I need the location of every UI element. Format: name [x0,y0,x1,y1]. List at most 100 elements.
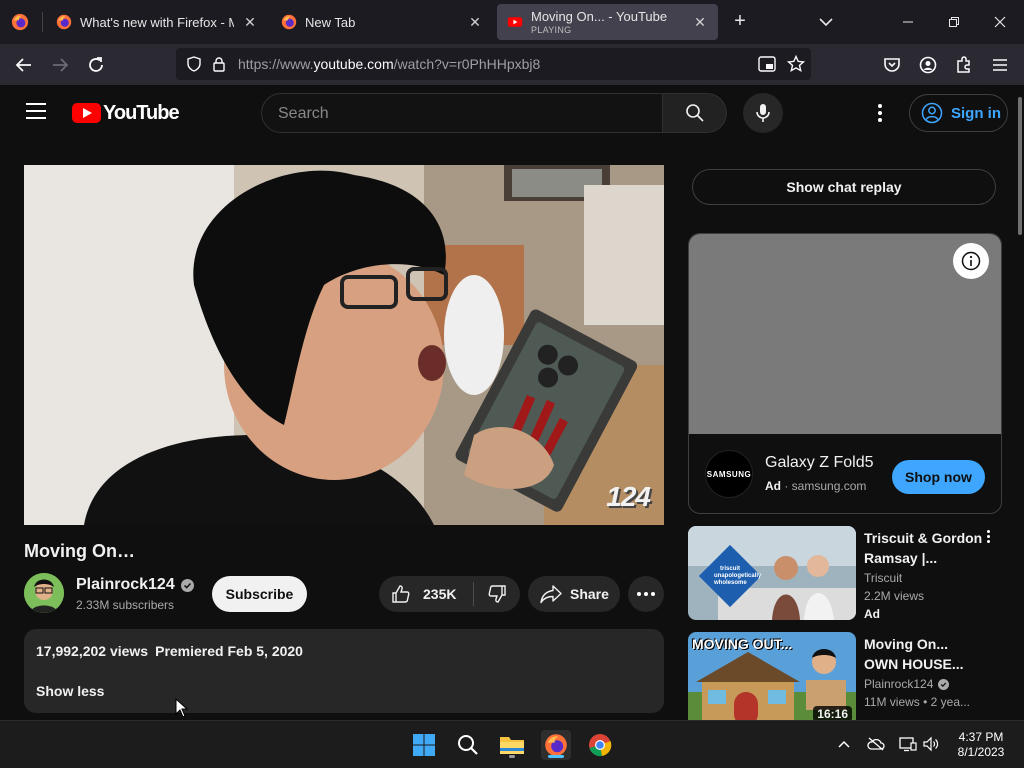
recommendation-channel[interactable]: Triscuit [864,571,902,585]
close-window-icon[interactable] [990,12,1010,32]
dislike-button[interactable] [474,576,520,612]
thumbnail-text: MOVING OUT... [692,636,793,652]
pocket-icon[interactable] [881,54,903,76]
back-arrow-icon[interactable] [13,54,35,76]
firefox-favicon-icon [56,14,72,30]
verified-check-icon [180,578,194,592]
description-box[interactable]: 17,992,202 views Premiered Feb 5, 2020 Sh… [24,629,664,713]
page-scrollbar[interactable] [1016,85,1024,720]
user-avatar-icon [921,102,943,124]
search-input[interactable]: Search [261,93,663,133]
windows-taskbar: 4:37 PM 8/1/2023 [0,720,1024,768]
share-button[interactable]: Share [528,576,620,612]
search-button[interactable] [663,93,727,133]
guide-menu-icon[interactable] [26,103,46,119]
firefox-taskbar-icon[interactable] [541,730,571,760]
video-frame-image [24,165,664,525]
sign-in-button[interactable]: Sign in [909,94,1008,132]
recommendation-title[interactable]: Triscuit & Gordon Ramsay |... [864,528,984,568]
recommendation-menu-icon[interactable] [984,530,992,546]
video-player[interactable]: 124 [24,165,664,525]
tab-new-tab[interactable]: New Tab ✕ [271,4,493,40]
channel-avatar[interactable] [24,573,64,613]
ad-label: Ad [765,479,781,493]
system-clock[interactable]: 4:37 PM 8/1/2023 [944,730,1018,760]
url-bar[interactable]: https://www.youtube.com/watch?v=r0PhHHpx… [176,48,811,80]
network-icon[interactable] [899,735,917,753]
account-icon[interactable] [917,54,939,76]
forward-arrow-icon[interactable] [49,54,71,76]
restore-icon[interactable] [944,12,964,32]
list-all-tabs-chevron-icon[interactable] [816,12,836,32]
scrollbar-thumb[interactable] [1018,97,1022,235]
close-tab-icon[interactable]: ✕ [692,14,708,30]
tab-playing-label: PLAYING [531,24,572,35]
tab-separator [42,12,43,32]
reload-icon[interactable] [85,54,107,76]
recommendation-channel-link[interactable]: Plainrock124 [864,677,950,691]
close-tab-icon[interactable]: ✕ [467,14,483,30]
youtube-logo[interactable]: YouTube [72,102,180,124]
tab-title: What's new with Firefox - More [80,14,234,30]
chrome-taskbar-icon[interactable] [585,730,615,760]
lock-icon[interactable] [212,56,226,77]
yt-masthead: YouTube Search Sign in [0,85,1016,141]
ad-subtitle: Ad · samsung.com [765,479,866,493]
sponsored-ad-card[interactable]: SAMSUNG Galaxy Z Fold5 Ad · samsung.com … [688,233,1002,514]
firefox-view-icon[interactable] [8,10,32,34]
recommendation-thumbnail[interactable]: triscuit unapologetically wholesome [688,526,856,620]
ad-info-icon[interactable] [953,243,989,279]
subscriber-count: 2.33M subscribers [76,598,175,612]
extensions-puzzle-icon[interactable] [953,54,975,76]
tracking-protection-shield-icon[interactable] [186,56,202,77]
show-hidden-icons-chevron-icon[interactable] [835,735,853,753]
channel-watermark[interactable]: 124 [606,481,651,513]
new-tab-button[interactable]: + [730,11,750,32]
tab-title: New Tab [305,14,356,30]
like-dislike-group: 235K [379,576,520,612]
picture-in-picture-icon[interactable] [758,56,776,77]
show-chat-replay-button[interactable]: Show chat replay [692,169,996,205]
thumbs-down-icon [488,585,506,603]
recommendation-item[interactable]: MOVING OUT... 16:16 Moving On... OWN HOU… [688,632,1008,720]
channel-name-link[interactable]: Plainrock124 [76,576,194,594]
app-menu-hamburger-icon[interactable] [989,54,1011,76]
windows-start-icon[interactable] [409,730,439,760]
view-count: 17,992,202 views [36,643,149,659]
sign-in-label: Sign in [951,104,1001,122]
like-button[interactable]: 235K [379,576,473,612]
recommendation-item[interactable]: triscuit unapologetically wholesome Tris… [688,526,1008,621]
thumbs-up-icon [392,585,410,603]
tab-whats-new[interactable]: What's new with Firefox - More ✕ [46,4,268,40]
youtube-play-logo-icon [72,103,101,123]
video-title: Moving On… [24,541,135,561]
url-text[interactable]: https://www.youtube.com/watch?v=r0PhHHpx… [238,56,540,72]
subscribe-button[interactable]: Subscribe [212,576,307,612]
minimize-icon[interactable] [898,12,918,32]
show-less-button[interactable]: Show less [36,683,104,699]
clock-time: 4:37 PM [958,730,1004,744]
search-placeholder: Search [278,105,329,122]
ad-label: Ad [864,607,880,621]
recommendation-stats: 11M views • 2 yea... [864,695,971,709]
onedrive-offline-icon[interactable] [867,735,885,753]
samsung-logo: SAMSUNG [705,450,753,498]
thumbnail-text: triscuit unapologetically wholesome [714,566,762,586]
recommendation-thumbnail[interactable]: MOVING OUT... 16:16 [688,632,856,720]
recommendation-title[interactable]: Moving On... OWN HOUSE... [864,634,984,674]
voice-search-button[interactable] [743,93,783,133]
recommendation-channel: Plainrock124 [864,677,934,691]
settings-more-icon[interactable] [872,101,888,125]
share-arrow-icon [540,585,562,604]
tab-youtube[interactable]: Moving On... - YouTube PLAYING ✕ [497,4,718,40]
ad-title[interactable]: Galaxy Z Fold5 [765,454,873,472]
file-explorer-icon[interactable] [497,730,527,760]
shop-now-button[interactable]: Shop now [892,460,985,494]
taskbar-search-icon[interactable] [453,730,483,760]
close-tab-icon[interactable]: ✕ [242,14,258,30]
clock-date: 8/1/2023 [957,745,1005,759]
bookmark-star-icon[interactable] [786,54,806,78]
recommendation-stats: 2.2M views [864,589,925,603]
volume-icon[interactable] [922,735,940,753]
more-actions-button[interactable] [628,576,664,612]
